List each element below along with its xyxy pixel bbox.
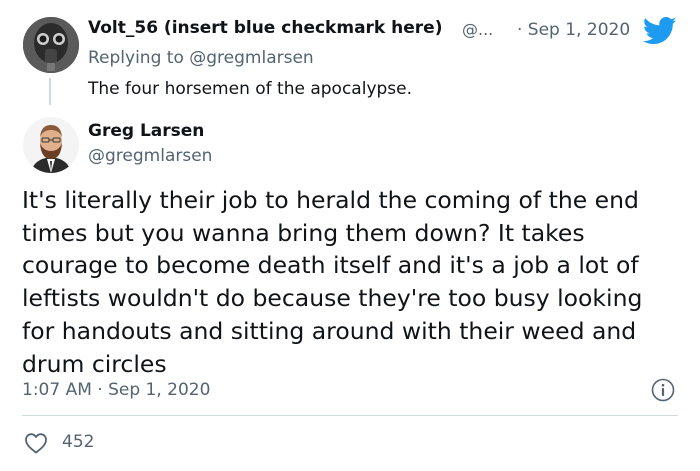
main-tweet-text: It's literally their job to herald the c… — [22, 186, 643, 378]
heart-icon[interactable] — [24, 432, 48, 454]
main-author-handle[interactable]: @gregmlarsen — [88, 146, 212, 166]
info-icon[interactable] — [651, 378, 675, 402]
bearded-man-avatar-icon — [23, 117, 79, 173]
main-author-avatar[interactable] — [23, 117, 79, 173]
reply-author-name[interactable]: Volt_56 (insert blue checkmark here) — [88, 18, 442, 38]
thread-connector-line — [49, 78, 51, 105]
reply-tweet-text: The four horsemen of the apocalypse. — [88, 79, 413, 99]
divider — [22, 415, 678, 416]
tweet-timestamp[interactable]: 1:07 AM · Sep 1, 2020 — [22, 380, 210, 400]
reply-author-avatar[interactable] — [23, 17, 79, 73]
gas-mask-icon — [23, 17, 79, 73]
replying-to-mention[interactable]: @gregmlarsen — [189, 48, 313, 68]
replying-to-prefix: Replying to — [88, 48, 184, 68]
twitter-bird-icon[interactable] — [642, 16, 677, 46]
replying-to-line: Replying to @gregmlarsen — [88, 48, 314, 68]
reply-date[interactable]: · Sep 1, 2020 — [517, 20, 630, 40]
main-author-name[interactable]: Greg Larsen — [88, 121, 204, 141]
reply-author-handle[interactable]: @... — [462, 20, 493, 39]
like-count[interactable]: 452 — [62, 432, 94, 452]
